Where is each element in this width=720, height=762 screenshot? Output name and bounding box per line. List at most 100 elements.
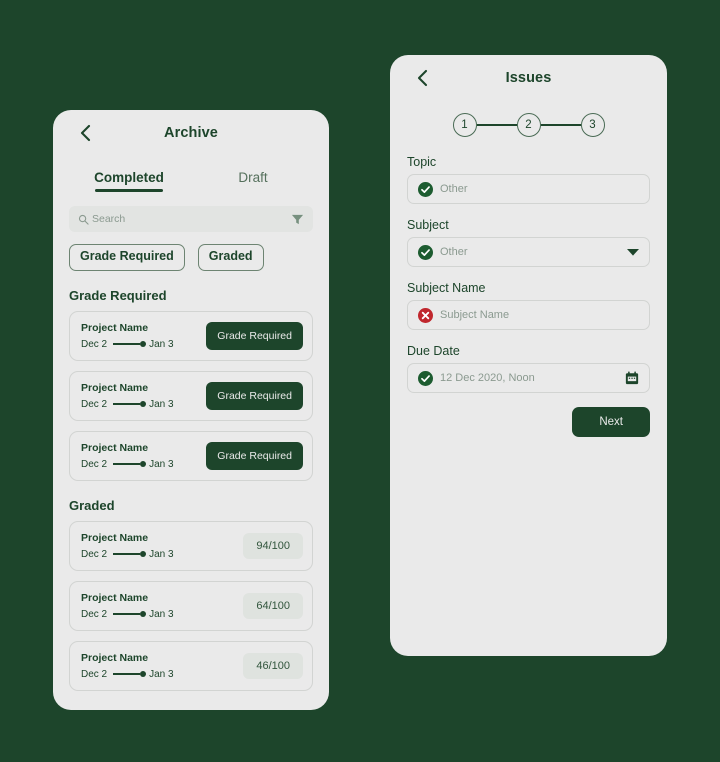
- check-circle-icon: [418, 244, 433, 260]
- date-end-dot: [140, 551, 147, 558]
- issues-form: Topic Other Subject Other Subject Name S…: [390, 155, 667, 393]
- date-range: Dec 2 Jan 3: [81, 339, 206, 350]
- end-date: Jan 3: [149, 548, 174, 560]
- date-connector-line: [113, 613, 141, 616]
- date-range: Dec 2 Jan 3: [81, 459, 206, 470]
- error-circle-icon: [418, 307, 433, 323]
- field-label-due-date: Due Date: [407, 344, 460, 358]
- tab-completed[interactable]: Completed: [67, 170, 191, 192]
- chip-graded[interactable]: Graded: [197, 244, 264, 271]
- tab-draft-label: Draft: [238, 170, 268, 185]
- grade-required-button[interactable]: Grade Required: [206, 321, 303, 350]
- search-input[interactable]: Search: [92, 213, 291, 225]
- project-name: Project Name: [81, 321, 149, 334]
- start-date: Dec 2: [81, 608, 108, 620]
- project-name: Project Name: [81, 531, 149, 544]
- project-name: Project Name: [81, 381, 149, 394]
- table-row[interactable]: Project Name Dec 2 Jan 3 Grade Required: [69, 310, 313, 361]
- field-topic[interactable]: Other: [407, 174, 650, 204]
- check-circle-icon: [418, 181, 433, 197]
- filter-funnel-icon[interactable]: [291, 213, 304, 226]
- chevron-left-icon[interactable]: [412, 68, 432, 88]
- project-name: Project Name: [81, 591, 149, 604]
- date-end-dot: [140, 611, 147, 618]
- field-label-subject: Subject: [407, 218, 449, 232]
- table-row[interactable]: Project Name Dec 2 Jan 3 Grade Required: [69, 370, 313, 421]
- page-title: Issues: [505, 70, 552, 86]
- score-badge: 94/100: [243, 532, 303, 559]
- start-date: Dec 2: [81, 668, 108, 680]
- subject-name-input[interactable]: Subject Name: [440, 309, 639, 321]
- project-name: Project Name: [81, 441, 149, 454]
- step-2[interactable]: 2: [516, 113, 541, 137]
- project-info: Project Name Dec 2 Jan 3: [81, 652, 243, 680]
- score-badge: 46/100: [243, 652, 303, 679]
- field-label-subject-name: Subject Name: [407, 281, 486, 295]
- search-bar[interactable]: Search: [69, 206, 313, 232]
- project-info: Project Name Dec 2 Jan 3: [81, 532, 243, 560]
- date-connector-line: [113, 463, 141, 466]
- tab-draft[interactable]: Draft: [191, 170, 315, 192]
- chevron-down-icon[interactable]: [627, 248, 639, 256]
- archive-tabs: Completed Draft: [53, 170, 329, 192]
- archive-header: Archive: [53, 110, 329, 156]
- screen: Archive Completed Draft Search Grade Req…: [0, 0, 720, 762]
- next-button[interactable]: Next: [572, 407, 650, 437]
- step-connector: [476, 124, 517, 126]
- section-title-graded: Graded: [69, 497, 115, 513]
- start-date: Dec 2: [81, 398, 108, 410]
- grade-required-button[interactable]: Grade Required: [206, 381, 303, 410]
- date-end-dot: [140, 461, 147, 468]
- start-date: Dec 2: [81, 458, 108, 470]
- table-row[interactable]: Project Name Dec 2 Jan 3 46/100: [69, 640, 313, 691]
- field-due-date[interactable]: 12 Dec 2020, Noon: [407, 363, 650, 393]
- score-badge: 64/100: [243, 592, 303, 619]
- grade-required-button[interactable]: Grade Required: [206, 441, 303, 470]
- issues-panel: Issues 1 2 3 Topic Other Subject Other S…: [390, 55, 667, 656]
- date-connector-line: [113, 403, 141, 406]
- chip-grade-required[interactable]: Grade Required: [69, 244, 185, 271]
- issues-header: Issues: [390, 55, 667, 101]
- date-connector-line: [113, 343, 141, 346]
- project-name: Project Name: [81, 651, 149, 664]
- due-date-value: 12 Dec 2020, Noon: [440, 372, 535, 384]
- date-range: Dec 2 Jan 3: [81, 399, 206, 410]
- end-date: Jan 3: [149, 668, 174, 680]
- check-circle-icon: [418, 370, 433, 386]
- chevron-left-icon[interactable]: [75, 123, 95, 143]
- date-connector-line: [113, 673, 141, 676]
- date-range: Dec 2 Jan 3: [81, 669, 243, 680]
- filter-chip-row: Grade Required Graded: [69, 244, 329, 271]
- step-1[interactable]: 1: [452, 113, 477, 137]
- field-label-topic: Topic: [407, 155, 437, 169]
- step-3[interactable]: 3: [580, 113, 605, 137]
- date-end-dot: [140, 401, 147, 408]
- table-row[interactable]: Project Name Dec 2 Jan 3 94/100: [69, 520, 313, 571]
- table-row[interactable]: Project Name Dec 2 Jan 3 64/100: [69, 580, 313, 631]
- end-date: Jan 3: [149, 458, 174, 470]
- next-button-row: Next: [390, 407, 667, 437]
- date-end-dot: [140, 671, 147, 678]
- page-title: Archive: [164, 125, 218, 141]
- date-range: Dec 2 Jan 3: [81, 549, 243, 560]
- end-date: Jan 3: [149, 338, 174, 350]
- step-connector: [540, 124, 581, 126]
- start-date: Dec 2: [81, 548, 108, 560]
- field-topic-value: Other: [440, 183, 468, 195]
- step-indicator: 1 2 3: [390, 113, 667, 137]
- table-row[interactable]: Project Name Dec 2 Jan 3 Grade Required: [69, 430, 313, 481]
- project-info: Project Name Dec 2 Jan 3: [81, 382, 206, 410]
- tab-completed-label: Completed: [94, 170, 164, 185]
- end-date: Jan 3: [149, 608, 174, 620]
- date-range: Dec 2 Jan 3: [81, 609, 243, 620]
- project-info: Project Name Dec 2 Jan 3: [81, 442, 206, 470]
- date-end-dot: [140, 341, 147, 348]
- project-info: Project Name Dec 2 Jan 3: [81, 322, 206, 350]
- archive-panel: Archive Completed Draft Search Grade Req…: [53, 110, 329, 710]
- field-subject[interactable]: Other: [407, 237, 650, 267]
- project-info: Project Name Dec 2 Jan 3: [81, 592, 243, 620]
- calendar-icon[interactable]: [625, 371, 639, 385]
- section-title-grade-required: Grade Required: [69, 287, 167, 303]
- start-date: Dec 2: [81, 338, 108, 350]
- field-subject-name[interactable]: Subject Name: [407, 300, 650, 330]
